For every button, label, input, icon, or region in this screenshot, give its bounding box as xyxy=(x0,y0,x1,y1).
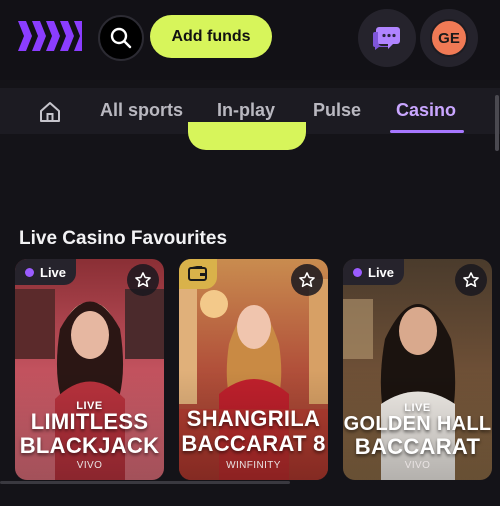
search-button[interactable] xyxy=(98,15,144,61)
add-funds-button[interactable]: Add funds xyxy=(150,15,272,58)
brand-logo[interactable] xyxy=(18,21,82,51)
card-provider: VIVO xyxy=(404,460,431,471)
game-card-limitless-blackjack[interactable]: Live LIVE LIMITLESS BLACKJACK VIVO xyxy=(15,259,164,480)
live-badge-label: Live xyxy=(368,264,395,280)
favourite-button[interactable] xyxy=(455,264,487,296)
search-icon xyxy=(110,27,132,49)
page-scrollbar[interactable] xyxy=(495,95,499,151)
wallet-icon xyxy=(188,266,207,281)
section-title: Live Casino Favourites xyxy=(19,228,228,249)
tab-pulse[interactable]: Pulse xyxy=(313,100,361,121)
card-title-line1: SHANGRILA xyxy=(186,406,321,431)
live-badge: Live xyxy=(343,259,405,285)
tab-casino[interactable]: Casino xyxy=(396,100,456,121)
tab-all-sports[interactable]: All sports xyxy=(100,100,183,121)
card-provider: WINFINITY xyxy=(226,460,281,471)
chat-icon xyxy=(373,27,400,50)
card-title-line2: BACCARAT 8 xyxy=(181,431,326,456)
active-tab-indicator xyxy=(390,130,464,133)
star-icon xyxy=(299,272,315,288)
favourite-button[interactable] xyxy=(291,264,323,296)
page: Add funds GE All sports In-play Pulse Ca… xyxy=(0,0,500,506)
game-card-shangrila-baccarat-8[interactable]: SHANGRILA BACCARAT 8 WINFINITY xyxy=(179,259,328,480)
star-icon xyxy=(135,272,151,288)
live-badge: Live xyxy=(15,259,77,285)
live-dot-icon xyxy=(353,267,362,277)
wallet-badge xyxy=(179,259,217,289)
top-header: Add funds GE xyxy=(0,0,500,80)
favourite-button[interactable] xyxy=(127,264,159,296)
chat-button[interactable] xyxy=(358,9,416,67)
avatar-initials: GE xyxy=(430,19,468,57)
live-badge-label: Live xyxy=(40,264,67,280)
card-title-line2: BACCARAT xyxy=(354,434,481,459)
star-icon xyxy=(463,272,479,288)
card-title-line1: GOLDEN HALL xyxy=(343,413,492,435)
home-icon[interactable] xyxy=(38,100,62,124)
promo-button-edge[interactable] xyxy=(188,122,306,150)
card-provider: VIVO xyxy=(76,460,103,471)
live-dot-icon xyxy=(25,267,34,277)
game-card-golden-hall-baccarat[interactable]: Live LIVE GOLDEN HALL BACCARAT VIVO xyxy=(343,259,492,480)
carousel-scrollbar[interactable] xyxy=(0,481,290,484)
card-title-line2: BLACKJACK xyxy=(19,433,160,458)
account-avatar-button[interactable]: GE xyxy=(420,9,478,67)
card-title-line1: LIMITLESS xyxy=(30,409,149,434)
tab-in-play[interactable]: In-play xyxy=(217,100,275,121)
